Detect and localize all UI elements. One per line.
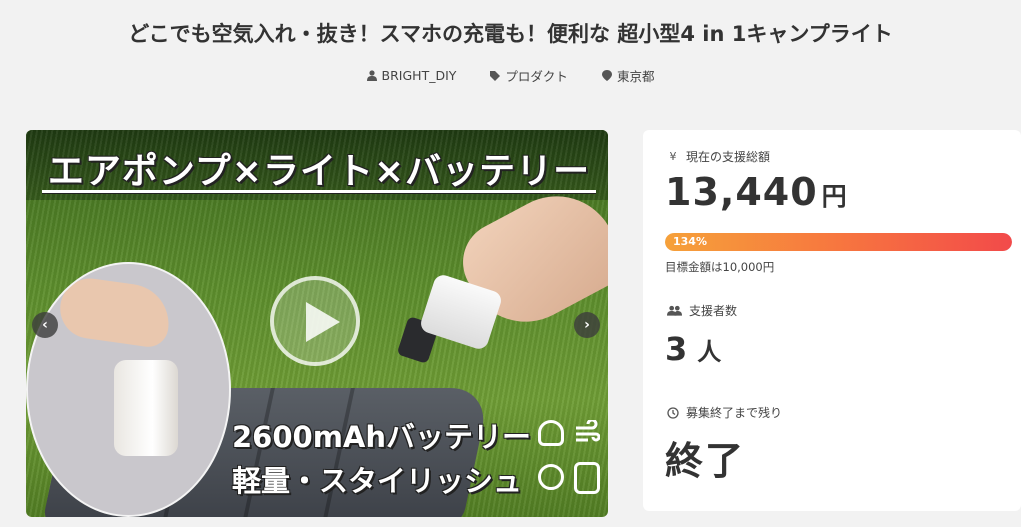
project-title: どこでも空気入れ・抜き！スマホの充電も！便利な 超小型4 in 1キャンプライト xyxy=(128,22,893,46)
project-meta: BRIGHT_DIY プロダクト 東京都 xyxy=(0,66,1021,85)
map-pin-icon xyxy=(601,70,612,81)
tag-icon xyxy=(490,71,501,81)
backers-label: 支援者数 xyxy=(667,302,737,319)
raised-amount: 13,440 円 xyxy=(665,170,848,214)
owner-link[interactable]: BRIGHT_DIY xyxy=(366,66,457,85)
funding-status-panel: ¥ 現在の支援総額 13,440 円 134% 目標金額は10,000円 支援者数… xyxy=(643,130,1021,511)
backers-count: 3人 xyxy=(665,330,722,368)
category-name: プロダクト xyxy=(505,69,568,84)
play-video-button[interactable] xyxy=(270,276,360,366)
progress-percent: 134% xyxy=(673,235,707,248)
headline-underline xyxy=(42,190,596,193)
remaining-label: 募集終了まで残り xyxy=(667,404,782,421)
prev-slide-button[interactable]: ‹ xyxy=(32,312,58,338)
location-name: 東京都 xyxy=(616,69,655,84)
hero-caption-battery: 2600mAhバッテリー xyxy=(232,420,532,454)
hero-caption-lightweight: 軽量・スタイリッシュ xyxy=(232,464,523,498)
project-hero-image[interactable]: エアポンプ×ライト×バッテリー 2600mAhバッテリー 軽量・スタイリッシュ … xyxy=(26,130,608,517)
users-icon xyxy=(667,305,682,316)
funding-progress-bar: 134% xyxy=(665,233,1012,251)
light-bulb-icon xyxy=(538,464,564,490)
raised-label: ¥ 現在の支援総額 xyxy=(667,148,771,165)
category-link[interactable]: プロダクト xyxy=(490,66,568,85)
progress-fill xyxy=(665,233,1012,251)
lantern-inset-image xyxy=(26,262,231,517)
goal-amount: 目標金額は10,000円 xyxy=(665,260,775,274)
leaf-icon xyxy=(538,420,564,446)
user-icon xyxy=(366,70,377,81)
yen-icon: ¥ xyxy=(669,150,677,163)
owner-name: BRIGHT_DIY xyxy=(381,68,457,83)
hero-headline: エアポンプ×ライト×バッテリー xyxy=(47,151,591,192)
battery-icon xyxy=(574,462,600,494)
remaining-value: 終了 xyxy=(665,439,746,483)
hand-image-small xyxy=(56,274,174,350)
lantern-device-image xyxy=(114,360,178,456)
next-slide-button[interactable]: › xyxy=(574,312,600,338)
clock-icon xyxy=(667,406,679,419)
location-link[interactable]: 東京都 xyxy=(601,66,655,85)
wind-icon xyxy=(574,418,601,446)
